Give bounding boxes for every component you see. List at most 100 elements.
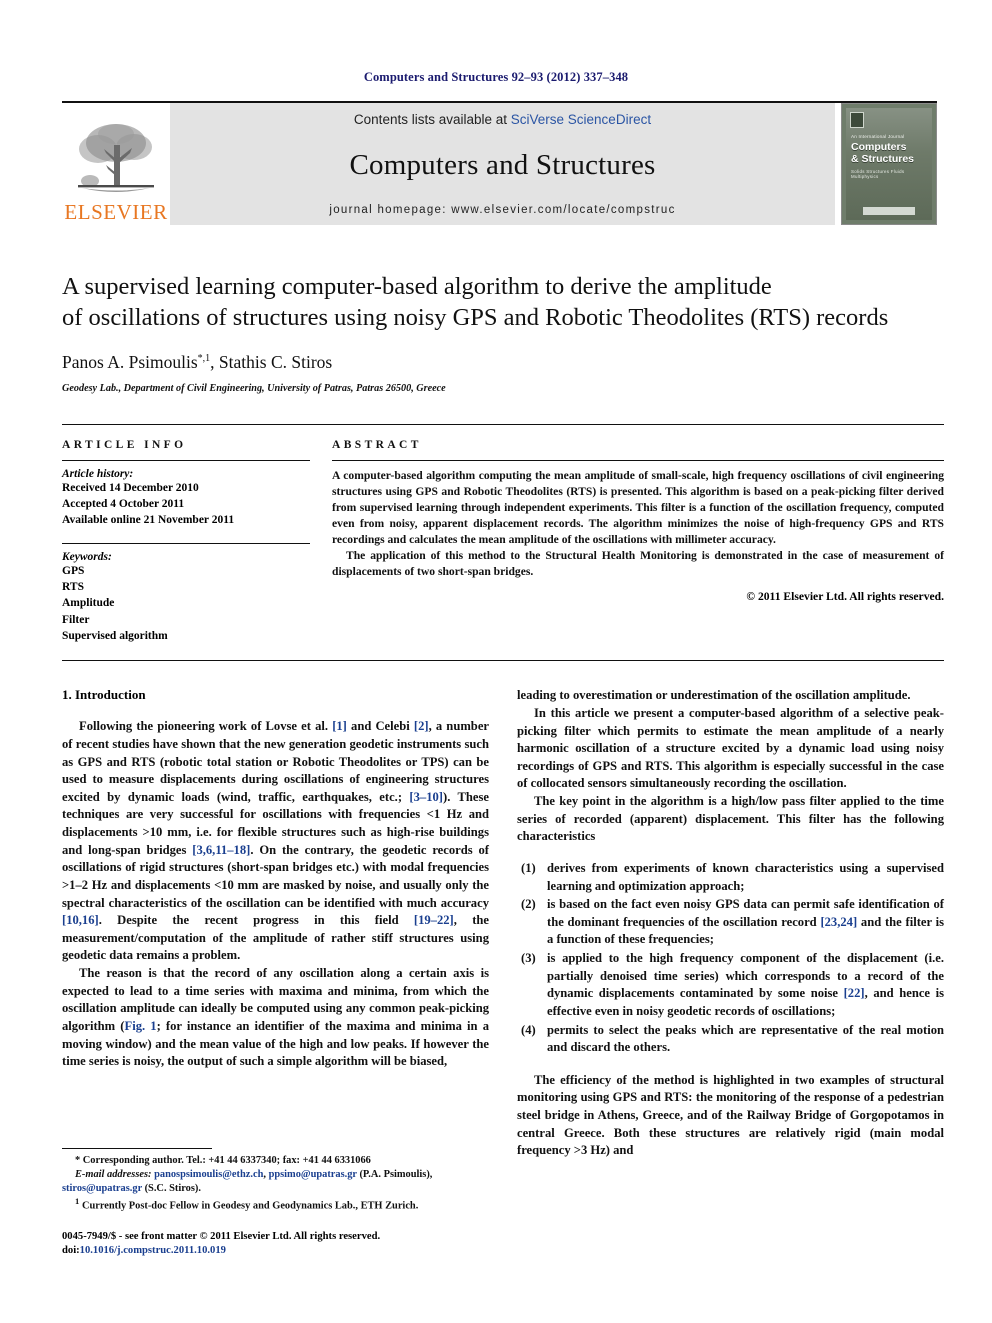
list-item: (3) is applied to the high frequency comp… <box>517 950 944 1021</box>
cover-kicker: An International Journal <box>851 134 905 139</box>
elsevier-tree-icon <box>78 124 154 192</box>
cover-title-line2: & Structures <box>851 152 915 165</box>
keyword-item: Filter <box>62 613 90 626</box>
abstract-heading: ABSTRACT <box>332 438 422 451</box>
text-run: and Celebi <box>346 719 414 734</box>
history-accepted: Accepted 4 October 2011 <box>62 498 185 511</box>
list-marker: (3) <box>521 951 536 966</box>
right-paragraph-4: The efficiency of the method is highligh… <box>517 1072 944 1158</box>
email-link-3[interactable]: stiros@upatras.gr <box>62 1183 142 1194</box>
journal-homepage[interactable]: journal homepage: www.elsevier.com/locat… <box>329 204 675 216</box>
issn-line: 0045-7949/$ - see front matter © 2011 El… <box>62 1230 381 1242</box>
email-link-2[interactable]: ppsimo@upatras.gr <box>269 1169 357 1180</box>
running-head: Computers and Structures 92–93 (2012) 33… <box>363 70 629 84</box>
elsevier-logo: ELSEVIER <box>62 103 170 225</box>
citation-ref[interactable]: [23,24] <box>820 915 857 929</box>
title-line-2: of oscillations of structures using nois… <box>62 303 889 331</box>
filter-characteristics-list: (1) derives from experiments of known cha… <box>517 860 944 1057</box>
contents-prefix: Contents lists available at <box>353 112 511 127</box>
citation-ref[interactable]: [22] <box>844 986 865 1000</box>
citation-ref[interactable]: [1] <box>332 719 347 733</box>
affiliation: Geodesy Lab., Department of Civil Engine… <box>62 382 446 394</box>
keyword-item: RTS <box>62 581 84 594</box>
contents-line: Contents lists available at SciVerse Sci… <box>354 112 651 127</box>
footnote-note-1: 1 Currently Post-doc Fellow in Geodesy a… <box>62 1196 489 1214</box>
text-run: (P.A. Psimoulis), <box>356 1169 433 1181</box>
text-run: Following the pioneering work of Lovse e… <box>79 719 333 734</box>
list-item: (2) is based on the fact even noisy GPS d… <box>517 896 944 949</box>
keyword-item: Amplitude <box>62 597 115 610</box>
section-heading-introduction: 1. Introduction <box>62 687 146 703</box>
text-run: permits to select the peaks which are re… <box>547 1022 944 1055</box>
citation-ref[interactable]: [2] <box>414 719 429 733</box>
footnote-marker-1: 1 <box>75 1196 80 1207</box>
figure-ref[interactable]: Fig. 1 <box>125 1019 157 1033</box>
abstract-copyright: © 2011 Elsevier Ltd. All rights reserved… <box>746 589 944 603</box>
right-paragraph-2: In this article we present a computer-ba… <box>517 705 944 791</box>
citation-ref[interactable]: [19–22] <box>414 913 454 927</box>
keywords-label: Keywords: <box>62 550 112 563</box>
page-title: A supervised learning computer-based alg… <box>62 272 942 334</box>
keyword-item: GPS <box>62 564 85 577</box>
text-run: . Despite the recent progress in this fi… <box>98 913 414 928</box>
history-available-online: Available online 21 November 2011 <box>62 514 235 527</box>
author-2: , Stathis C. Stiros <box>210 351 333 372</box>
text-run: (S.C. Stiros). <box>142 1183 201 1195</box>
citation-ref[interactable]: [3,6,11–18] <box>192 843 250 857</box>
abstract-column: ABSTRACT A computer-based algorithm comp… <box>332 439 944 645</box>
cover-publisher-mark-icon <box>850 112 864 128</box>
right-paragraph-1: leading to overestimation or underestima… <box>517 688 911 703</box>
body-columns: 1. Introduction Following the pioneering… <box>62 687 944 1160</box>
article-info-heading: ARTICLE INFO <box>62 438 187 451</box>
email-link-1[interactable]: panospsimoulis@ethz.ch <box>154 1169 263 1180</box>
doi-label: doi: <box>62 1244 80 1256</box>
title-block: A supervised learning computer-based alg… <box>62 272 942 394</box>
body-column-left: 1. Introduction Following the pioneering… <box>62 687 489 1160</box>
intro-paragraph-1: Following the pioneering work of Lovse e… <box>62 718 489 965</box>
journal-masthead: ELSEVIER Contents lists available at Sci… <box>62 101 937 225</box>
body-column-right: leading to overestimation or underestima… <box>517 687 944 1160</box>
article-history-label: Article history: <box>62 467 134 480</box>
divider <box>62 459 310 461</box>
list-marker: (4) <box>521 1022 536 1037</box>
issn-copyright-block: 0045-7949/$ - see front matter © 2011 El… <box>62 1230 489 1259</box>
intro-paragraph-2: The reason is that the record of any osc… <box>62 965 489 1071</box>
journal-band: Contents lists available at SciVerse Sci… <box>170 103 835 225</box>
text-run: Currently Post-doc Fellow in Geodesy and… <box>81 1200 419 1212</box>
list-marker: (1) <box>521 860 536 875</box>
abstract-paragraph-1: A computer-based algorithm computing the… <box>332 468 944 546</box>
cover-subjects: Solids Structures Fluids Multiphysics <box>851 168 905 179</box>
doi-link[interactable]: 10.1016/j.compstruc.2011.10.019 <box>80 1245 226 1256</box>
sciencedirect-link[interactable]: SciVerse ScienceDirect <box>511 112 651 127</box>
email-addresses-label: E-mail addresses: <box>75 1169 152 1181</box>
divider <box>332 459 944 461</box>
citation-ref[interactable]: [10,16] <box>62 913 99 927</box>
footnote-block: * Corresponding author. Tel.: +41 44 633… <box>62 1148 489 1258</box>
journal-title: Computers and Structures <box>349 149 656 181</box>
info-abstract-block: ARTICLE INFO Article history: Received 1… <box>62 423 944 662</box>
list-item: (1) derives from experiments of known cha… <box>517 860 944 895</box>
divider <box>62 542 310 544</box>
article-info-column: ARTICLE INFO Article history: Received 1… <box>62 439 310 645</box>
list-marker: (2) <box>521 897 536 912</box>
right-paragraph-3: The key point in the algorithm is a high… <box>517 794 944 844</box>
journal-cover-thumbnail: An International Journal Computers & Str… <box>841 103 937 225</box>
list-item: (4) permits to select the peaks which are… <box>517 1022 944 1057</box>
paper-page: Computers and Structures 92–93 (2012) 33… <box>0 0 992 1323</box>
keyword-item: Supervised algorithm <box>62 630 168 643</box>
title-line-1: A supervised learning computer-based alg… <box>62 273 772 300</box>
cover-title-line1: Computers <box>851 141 907 153</box>
footnote-corresponding-author: * Corresponding author. Tel.: +41 44 633… <box>75 1155 371 1166</box>
cover-inner: An International Journal Computers & Str… <box>846 108 932 220</box>
doi-line: doi:10.1016/j.compstruc.2011.10.019 <box>62 1244 489 1258</box>
cover-footer-band <box>863 207 915 215</box>
author-1-footnote-marker: *,1 <box>197 352 211 364</box>
abstract-paragraph-2: The application of this method to the St… <box>332 548 944 578</box>
history-received: Received 14 December 2010 <box>62 481 199 494</box>
elsevier-wordmark: ELSEVIER <box>64 200 168 224</box>
citation-ref[interactable]: [3–10] <box>409 790 443 804</box>
text-run: derives from experiments of known charac… <box>547 860 944 893</box>
author-list: Panos A. Psimoulis*,1, Stathis C. Stiros <box>62 352 942 373</box>
footnote-divider <box>62 1148 212 1149</box>
